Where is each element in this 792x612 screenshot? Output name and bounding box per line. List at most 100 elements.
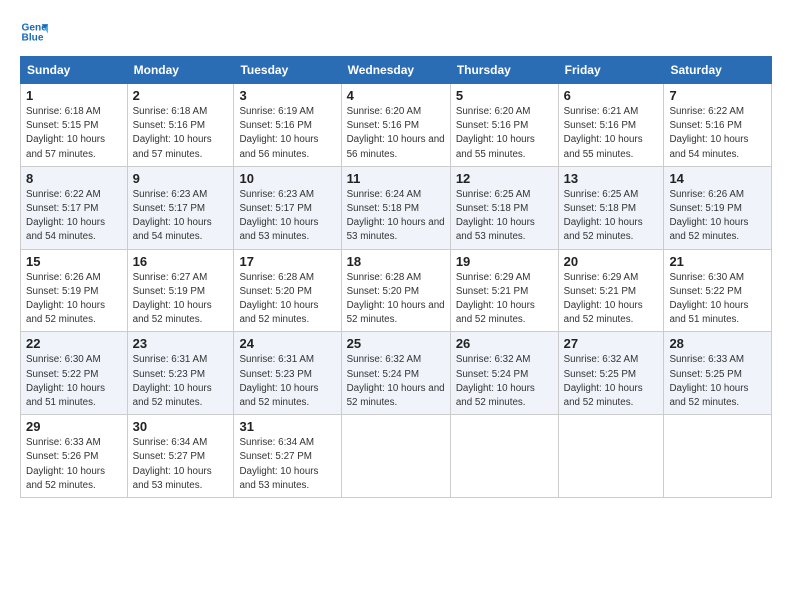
- day-info: Sunrise: 6:31 AM Sunset: 5:23 PM Dayligh…: [239, 353, 335, 410]
- day-info: Sunrise: 6:33 AM Sunset: 5:26 PM Dayligh…: [26, 436, 122, 493]
- calendar-week-row: 22 Sunrise: 6:30 AM Sunset: 5:22 PM Dayl…: [21, 332, 772, 415]
- weekday-header-friday: Friday: [558, 57, 664, 84]
- day-number: 14: [669, 171, 766, 186]
- day-number: 4: [347, 88, 445, 103]
- day-number: 23: [133, 336, 229, 351]
- day-info: Sunrise: 6:21 AM Sunset: 5:16 PM Dayligh…: [564, 105, 659, 162]
- calendar-cell: 20 Sunrise: 6:29 AM Sunset: 5:21 PM Dayl…: [558, 249, 664, 332]
- day-number: 9: [133, 171, 229, 186]
- weekday-header-monday: Monday: [127, 57, 234, 84]
- day-info: Sunrise: 6:27 AM Sunset: 5:19 PM Dayligh…: [133, 271, 229, 328]
- logo: General Blue: [20, 18, 52, 46]
- calendar-cell: 8 Sunrise: 6:22 AM Sunset: 5:17 PM Dayli…: [21, 166, 128, 249]
- day-number: 2: [133, 88, 229, 103]
- calendar-header-row: SundayMondayTuesdayWednesdayThursdayFrid…: [21, 57, 772, 84]
- day-info: Sunrise: 6:23 AM Sunset: 5:17 PM Dayligh…: [239, 188, 335, 245]
- calendar-cell: 12 Sunrise: 6:25 AM Sunset: 5:18 PM Dayl…: [450, 166, 558, 249]
- calendar-cell: 10 Sunrise: 6:23 AM Sunset: 5:17 PM Dayl…: [234, 166, 341, 249]
- day-info: Sunrise: 6:28 AM Sunset: 5:20 PM Dayligh…: [347, 271, 445, 328]
- day-info: Sunrise: 6:28 AM Sunset: 5:20 PM Dayligh…: [239, 271, 335, 328]
- day-info: Sunrise: 6:22 AM Sunset: 5:17 PM Dayligh…: [26, 188, 122, 245]
- day-info: Sunrise: 6:20 AM Sunset: 5:16 PM Dayligh…: [347, 105, 445, 162]
- day-number: 7: [669, 88, 766, 103]
- calendar-cell: 9 Sunrise: 6:23 AM Sunset: 5:17 PM Dayli…: [127, 166, 234, 249]
- calendar-cell: [450, 415, 558, 498]
- day-info: Sunrise: 6:18 AM Sunset: 5:16 PM Dayligh…: [133, 105, 229, 162]
- day-number: 31: [239, 419, 335, 434]
- day-info: Sunrise: 6:26 AM Sunset: 5:19 PM Dayligh…: [26, 271, 122, 328]
- calendar-body: 1 Sunrise: 6:18 AM Sunset: 5:15 PM Dayli…: [21, 84, 772, 498]
- day-number: 24: [239, 336, 335, 351]
- header: General Blue: [20, 18, 772, 46]
- day-number: 6: [564, 88, 659, 103]
- day-number: 28: [669, 336, 766, 351]
- calendar-cell: [341, 415, 450, 498]
- calendar-cell: 14 Sunrise: 6:26 AM Sunset: 5:19 PM Dayl…: [664, 166, 772, 249]
- day-number: 27: [564, 336, 659, 351]
- day-info: Sunrise: 6:32 AM Sunset: 5:24 PM Dayligh…: [347, 353, 445, 410]
- page: General Blue SundayMondayTuesdayWednesda…: [0, 0, 792, 612]
- day-number: 29: [26, 419, 122, 434]
- day-number: 11: [347, 171, 445, 186]
- calendar-cell: [664, 415, 772, 498]
- day-info: Sunrise: 6:29 AM Sunset: 5:21 PM Dayligh…: [456, 271, 553, 328]
- day-info: Sunrise: 6:29 AM Sunset: 5:21 PM Dayligh…: [564, 271, 659, 328]
- calendar-week-row: 8 Sunrise: 6:22 AM Sunset: 5:17 PM Dayli…: [21, 166, 772, 249]
- day-info: Sunrise: 6:23 AM Sunset: 5:17 PM Dayligh…: [133, 188, 229, 245]
- day-info: Sunrise: 6:26 AM Sunset: 5:19 PM Dayligh…: [669, 188, 766, 245]
- day-info: Sunrise: 6:31 AM Sunset: 5:23 PM Dayligh…: [133, 353, 229, 410]
- calendar-cell: 21 Sunrise: 6:30 AM Sunset: 5:22 PM Dayl…: [664, 249, 772, 332]
- calendar-cell: 19 Sunrise: 6:29 AM Sunset: 5:21 PM Dayl…: [450, 249, 558, 332]
- day-number: 26: [456, 336, 553, 351]
- day-number: 17: [239, 254, 335, 269]
- calendar-cell: 17 Sunrise: 6:28 AM Sunset: 5:20 PM Dayl…: [234, 249, 341, 332]
- day-number: 21: [669, 254, 766, 269]
- calendar-cell: 28 Sunrise: 6:33 AM Sunset: 5:25 PM Dayl…: [664, 332, 772, 415]
- day-number: 12: [456, 171, 553, 186]
- day-number: 10: [239, 171, 335, 186]
- day-number: 30: [133, 419, 229, 434]
- calendar-cell: 15 Sunrise: 6:26 AM Sunset: 5:19 PM Dayl…: [21, 249, 128, 332]
- svg-text:Blue: Blue: [22, 33, 44, 44]
- calendar-cell: 7 Sunrise: 6:22 AM Sunset: 5:16 PM Dayli…: [664, 84, 772, 167]
- day-info: Sunrise: 6:20 AM Sunset: 5:16 PM Dayligh…: [456, 105, 553, 162]
- day-number: 3: [239, 88, 335, 103]
- day-info: Sunrise: 6:34 AM Sunset: 5:27 PM Dayligh…: [239, 436, 335, 493]
- day-number: 18: [347, 254, 445, 269]
- day-info: Sunrise: 6:30 AM Sunset: 5:22 PM Dayligh…: [669, 271, 766, 328]
- calendar-cell: 27 Sunrise: 6:32 AM Sunset: 5:25 PM Dayl…: [558, 332, 664, 415]
- day-info: Sunrise: 6:30 AM Sunset: 5:22 PM Dayligh…: [26, 353, 122, 410]
- calendar-cell: 18 Sunrise: 6:28 AM Sunset: 5:20 PM Dayl…: [341, 249, 450, 332]
- logo-icon: General Blue: [20, 18, 48, 46]
- weekday-header-sunday: Sunday: [21, 57, 128, 84]
- day-info: Sunrise: 6:25 AM Sunset: 5:18 PM Dayligh…: [456, 188, 553, 245]
- weekday-header-saturday: Saturday: [664, 57, 772, 84]
- calendar-cell: 22 Sunrise: 6:30 AM Sunset: 5:22 PM Dayl…: [21, 332, 128, 415]
- day-info: Sunrise: 6:25 AM Sunset: 5:18 PM Dayligh…: [564, 188, 659, 245]
- calendar-cell: 2 Sunrise: 6:18 AM Sunset: 5:16 PM Dayli…: [127, 84, 234, 167]
- calendar-week-row: 15 Sunrise: 6:26 AM Sunset: 5:19 PM Dayl…: [21, 249, 772, 332]
- calendar-cell: 25 Sunrise: 6:32 AM Sunset: 5:24 PM Dayl…: [341, 332, 450, 415]
- weekday-header-tuesday: Tuesday: [234, 57, 341, 84]
- calendar-week-row: 29 Sunrise: 6:33 AM Sunset: 5:26 PM Dayl…: [21, 415, 772, 498]
- calendar-cell: 5 Sunrise: 6:20 AM Sunset: 5:16 PM Dayli…: [450, 84, 558, 167]
- calendar-cell: 26 Sunrise: 6:32 AM Sunset: 5:24 PM Dayl…: [450, 332, 558, 415]
- day-info: Sunrise: 6:18 AM Sunset: 5:15 PM Dayligh…: [26, 105, 122, 162]
- day-info: Sunrise: 6:19 AM Sunset: 5:16 PM Dayligh…: [239, 105, 335, 162]
- calendar-cell: 16 Sunrise: 6:27 AM Sunset: 5:19 PM Dayl…: [127, 249, 234, 332]
- day-number: 16: [133, 254, 229, 269]
- day-info: Sunrise: 6:32 AM Sunset: 5:25 PM Dayligh…: [564, 353, 659, 410]
- day-number: 25: [347, 336, 445, 351]
- weekday-header-wednesday: Wednesday: [341, 57, 450, 84]
- day-info: Sunrise: 6:24 AM Sunset: 5:18 PM Dayligh…: [347, 188, 445, 245]
- day-number: 15: [26, 254, 122, 269]
- day-number: 22: [26, 336, 122, 351]
- day-info: Sunrise: 6:33 AM Sunset: 5:25 PM Dayligh…: [669, 353, 766, 410]
- day-number: 19: [456, 254, 553, 269]
- calendar-cell: 11 Sunrise: 6:24 AM Sunset: 5:18 PM Dayl…: [341, 166, 450, 249]
- calendar-week-row: 1 Sunrise: 6:18 AM Sunset: 5:15 PM Dayli…: [21, 84, 772, 167]
- calendar-cell: 29 Sunrise: 6:33 AM Sunset: 5:26 PM Dayl…: [21, 415, 128, 498]
- day-number: 20: [564, 254, 659, 269]
- day-info: Sunrise: 6:32 AM Sunset: 5:24 PM Dayligh…: [456, 353, 553, 410]
- day-number: 5: [456, 88, 553, 103]
